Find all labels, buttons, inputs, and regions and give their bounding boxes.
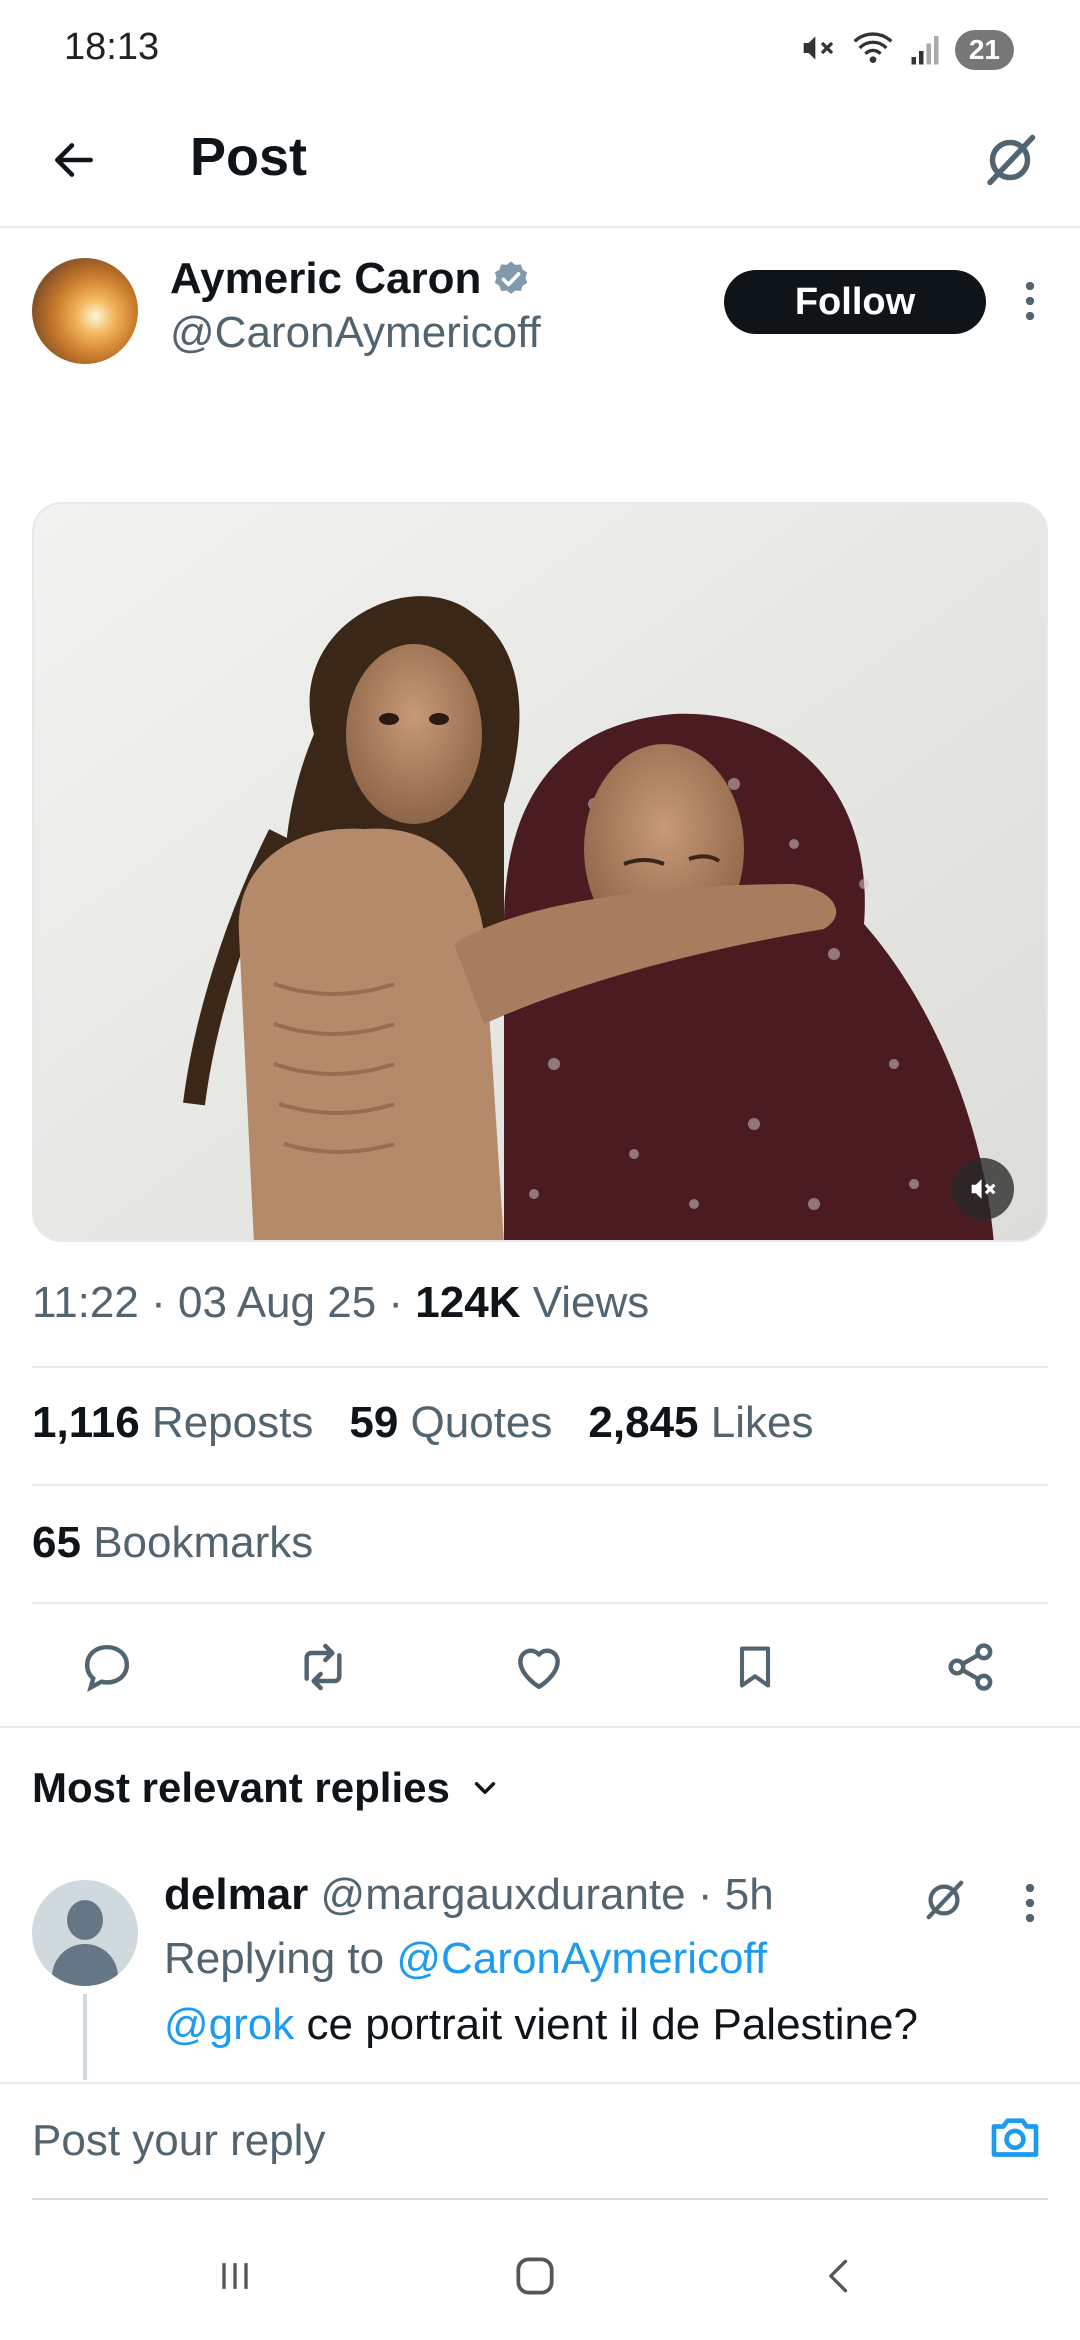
author-row: Aymeric Caron @CaronAymericoff Follow <box>0 250 1080 380</box>
wifi-icon <box>851 28 895 73</box>
more-vertical-icon <box>1025 281 1035 321</box>
share-icon <box>948 1643 993 1691</box>
grok-icon <box>987 134 1036 186</box>
meta-separator: · <box>151 1278 166 1327</box>
more-vertical-icon <box>1025 1883 1035 1923</box>
post-photo <box>34 504 1046 1240</box>
bookmarks-stat[interactable]: 65 Bookmarks <box>32 1518 313 1568</box>
reply-composer <box>0 2082 1080 2201</box>
reply-avatar[interactable] <box>32 1880 138 1986</box>
reply-more-button[interactable] <box>1010 1878 1050 1928</box>
thread-line <box>83 1994 87 2080</box>
camera-icon <box>991 2118 1039 2157</box>
avatar[interactable] <box>32 258 138 364</box>
mute-button[interactable] <box>952 1158 1014 1220</box>
replying-to-link[interactable]: @CaronAymericoff <box>396 1934 767 1983</box>
volume-muted-icon <box>971 1179 996 1199</box>
quotes-label: Quotes <box>410 1398 553 1447</box>
more-options-button[interactable] <box>1010 276 1050 326</box>
reply-button[interactable] <box>72 1632 142 1702</box>
status-time: 18:13 <box>64 26 160 68</box>
grok-icon <box>926 1880 964 1920</box>
reply-input[interactable] <box>32 2100 952 2182</box>
quotes-count: 59 <box>349 1398 399 1447</box>
divider <box>32 1366 1048 1368</box>
reply-icon <box>84 1644 130 1692</box>
recent-apps-button[interactable] <box>200 2246 270 2306</box>
bookmark-button[interactable] <box>720 1632 790 1702</box>
recent-apps-icon <box>222 2263 248 2289</box>
bookmark-icon <box>739 1646 771 1688</box>
likes-count: 2,845 <box>588 1398 699 1447</box>
like-icon <box>518 1648 560 1690</box>
likes-stat[interactable]: 2,845 Likes <box>588 1398 813 1448</box>
status-icons: 21 <box>797 28 1014 72</box>
post-date: 03 Aug 25 <box>177 1278 377 1327</box>
reply-author-handle[interactable]: @margauxdurante <box>321 1870 686 1919</box>
bookmarks-label: Bookmarks <box>93 1518 314 1567</box>
grok-button[interactable] <box>974 124 1046 196</box>
app-header: Post <box>0 100 1080 228</box>
views-count: 124K <box>415 1278 521 1327</box>
likes-label: Likes <box>710 1398 814 1447</box>
replies-sort-dropdown[interactable]: Most relevant replies <box>32 1764 502 1812</box>
signal-icon <box>909 30 941 71</box>
engagement-stats: 1,116 Reposts 59 Quotes 2,845 Likes <box>32 1398 813 1448</box>
reply-separator: · <box>697 1870 713 1919</box>
replying-to-prefix: Replying to <box>164 1934 385 1983</box>
meta-separator: · <box>388 1278 404 1327</box>
replying-to: Replying to @CaronAymericoff <box>164 1934 767 1984</box>
reply-grok-button[interactable] <box>918 1874 970 1926</box>
repost-button[interactable] <box>288 1632 358 1702</box>
system-nav-bar <box>0 2200 1080 2340</box>
reply-body: ce portrait vient il de Palestine? <box>306 2000 918 2049</box>
follow-button[interactable]: Follow <box>724 270 986 334</box>
post-meta: 11:22 · 03 Aug 25 · 124K Views <box>32 1278 649 1328</box>
camera-button[interactable] <box>984 2106 1046 2168</box>
reposts-count: 1,116 <box>32 1398 140 1447</box>
reply-author-name[interactable]: delmar <box>164 1870 308 1919</box>
reposts-label: Reposts <box>151 1398 314 1447</box>
post-actions <box>0 1610 1080 1720</box>
divider <box>32 1602 1048 1604</box>
reply-item[interactable]: delmar @margauxdurante · 5h Replying to … <box>0 1860 1080 2080</box>
verified-badge-icon <box>495 261 528 294</box>
repost-icon <box>304 1643 342 1691</box>
quotes-stat[interactable]: 59 Quotes <box>349 1398 552 1448</box>
system-back-button[interactable] <box>805 2246 875 2306</box>
battery-icon: 21 <box>954 30 1014 70</box>
replies-sort-label: Most relevant replies <box>32 1764 450 1811</box>
bookmarks-count: 65 <box>32 1518 81 1567</box>
post-time: 11:22 <box>32 1278 139 1327</box>
home-icon <box>516 2257 554 2295</box>
status-bar: 18:13 21 <box>0 0 1080 100</box>
share-button[interactable] <box>936 1632 1006 1702</box>
reply-age: 5h <box>724 1870 774 1919</box>
chevron-down-icon <box>474 1782 496 1794</box>
post-media[interactable] <box>32 502 1048 1242</box>
divider <box>32 1484 1048 1486</box>
author-handle[interactable]: @CaronAymericoff <box>170 308 541 358</box>
home-button[interactable] <box>500 2246 570 2306</box>
divider <box>0 1726 1080 1728</box>
mute-icon <box>797 28 837 73</box>
like-button[interactable] <box>504 1632 574 1702</box>
chevron-left-icon <box>829 2259 848 2293</box>
page-title: Post <box>190 127 308 187</box>
reply-header: delmar @margauxdurante · 5h <box>164 1870 774 1920</box>
views-label[interactable]: Views <box>533 1278 650 1327</box>
reposts-stat[interactable]: 1,116 Reposts <box>32 1398 313 1448</box>
reply-text: @grok ce portrait vient il de Palestine? <box>164 2000 918 2050</box>
mention-link[interactable]: @grok <box>164 2000 294 2049</box>
author-name[interactable]: Aymeric Caron <box>170 254 531 304</box>
author-name-text: Aymeric Caron <box>170 254 482 303</box>
back-button[interactable] <box>44 130 104 190</box>
arrow-left-icon <box>55 143 93 177</box>
